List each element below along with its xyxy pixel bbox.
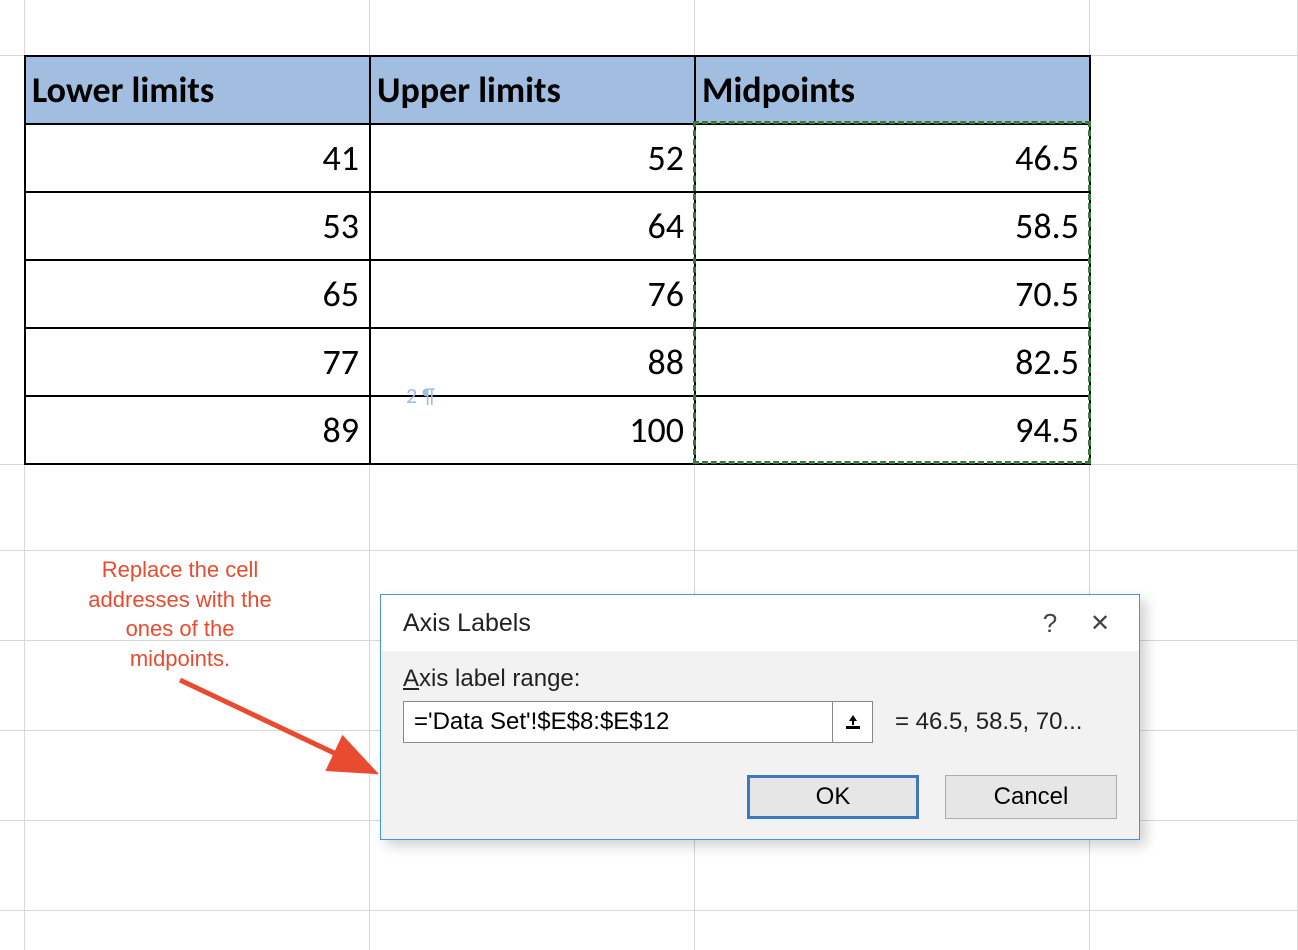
worksheet-area: Lower limits Upper limits Midpoints 41 5… [0,0,1298,950]
header-lower-limits[interactable]: Lower limits [25,56,370,124]
table-row: 77 88 82.5 [25,328,1090,396]
annotation-text: Replace the cell addresses with the ones… [40,555,320,674]
axis-label-range-label: Axis label range: [403,665,1117,693]
help-button[interactable]: ? [1025,608,1075,639]
cell-lower[interactable]: 41 [25,124,370,192]
close-button[interactable]: ✕ [1075,609,1125,638]
cell-upper[interactable]: 88 [370,328,695,396]
ok-button[interactable]: OK [747,775,919,819]
cell-lower[interactable]: 77 [25,328,370,396]
annotation-arrow-icon [170,670,390,800]
annotation-line: midpoints. [130,646,230,671]
axis-labels-dialog: Axis Labels ? ✕ Axis label range: = 46.5… [380,594,1140,840]
cell-lower[interactable]: 53 [25,192,370,260]
header-upper-limits[interactable]: Upper limits [370,56,695,124]
limits-table: Lower limits Upper limits Midpoints 41 5… [24,55,1091,465]
range-preview-text: = 46.5, 58.5, 70... [895,708,1082,736]
label-rest: xis label range: [419,665,580,692]
cell-mid[interactable]: 46.5 [695,124,1090,192]
cell-mid[interactable]: 94.5 [695,396,1090,464]
cell-mid[interactable]: 70.5 [695,260,1090,328]
cell-lower[interactable]: 65 [25,260,370,328]
mnemonic-letter: A [403,665,419,692]
table-row: 53 64 58.5 [25,192,1090,260]
table-row: 41 52 46.5 [25,124,1090,192]
collapse-dialog-button[interactable] [833,701,873,743]
dialog-titlebar[interactable]: Axis Labels ? ✕ [381,595,1139,651]
table-row: 65 76 70.5 [25,260,1090,328]
cancel-button[interactable]: Cancel [945,775,1117,819]
cell-lower[interactable]: 89 [25,396,370,464]
cell-upper[interactable]: 100 [370,396,695,464]
dialog-title-text: Axis Labels [403,609,531,638]
cell-upper[interactable]: 52 [370,124,695,192]
annotation-line: ones of the [126,616,235,641]
annotation-line: addresses with the [88,587,271,612]
axis-label-range-input[interactable] [403,701,833,743]
table-row: 89 100 94.5 [25,396,1090,464]
annotation-line: Replace the cell [102,557,259,582]
header-midpoints[interactable]: Midpoints [695,56,1090,124]
cell-upper[interactable]: 64 [370,192,695,260]
cell-mid[interactable]: 82.5 [695,328,1090,396]
cell-mid[interactable]: 58.5 [695,192,1090,260]
collapse-icon [843,712,863,732]
cell-upper[interactable]: 76 [370,260,695,328]
